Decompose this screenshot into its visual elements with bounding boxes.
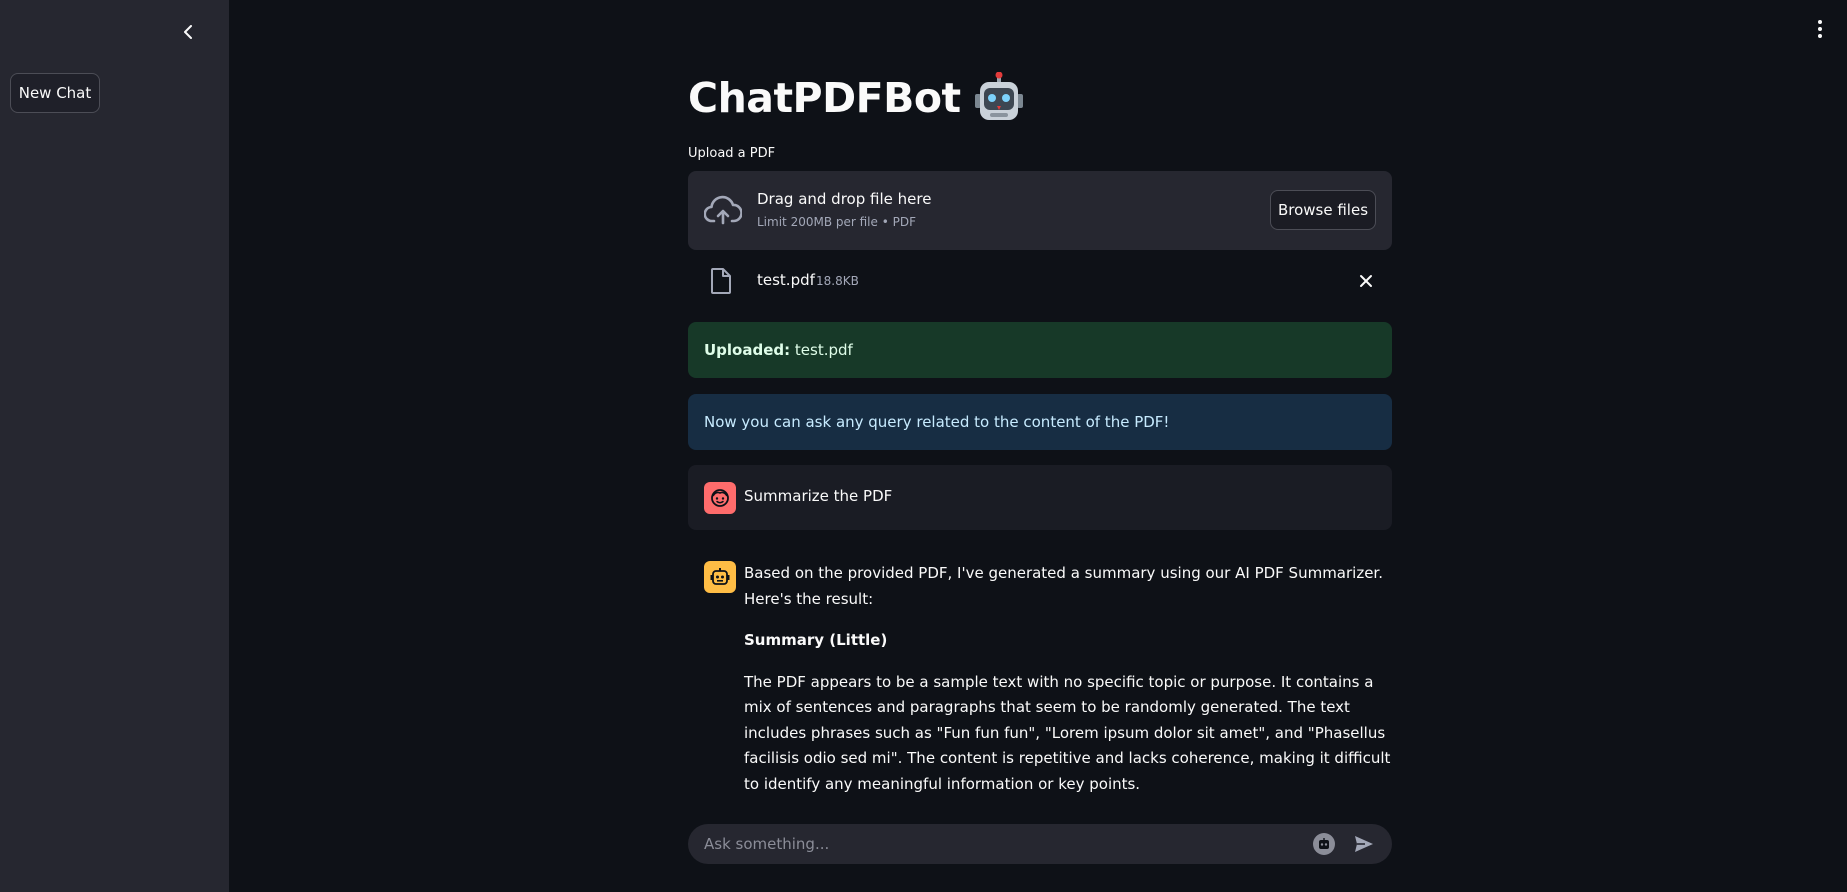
upload-label: Upload a PDF — [688, 146, 776, 161]
user-message-text: Summarize the PDF — [744, 487, 893, 505]
main-menu-button[interactable] — [1813, 18, 1827, 40]
success-label: Uploaded: — [704, 341, 791, 359]
chat-input[interactable] — [704, 824, 1304, 864]
cloud-upload-icon — [704, 195, 742, 225]
browse-files-button[interactable]: Browse files — [1270, 190, 1376, 230]
chat-input-bar — [688, 824, 1392, 864]
user-avatar — [704, 482, 736, 514]
robot-icon[interactable] — [1313, 833, 1335, 855]
page-title: ChatPDFBot — [688, 71, 1025, 124]
sidebar: New Chat — [0, 0, 229, 892]
summary-body: The PDF appears to be a sample text with… — [744, 672, 1391, 793]
assistant-intro: Based on the provided PDF, I've generate… — [744, 564, 1383, 608]
more-vertical-icon — [1818, 20, 1822, 24]
page-title-text: ChatPDFBot — [688, 74, 961, 122]
summary-heading: Summary (Little) — [744, 631, 888, 649]
info-alert: Now you can ask any query related to the… — [688, 394, 1392, 450]
face-icon — [711, 489, 729, 507]
success-value: test.pdf — [794, 341, 853, 359]
file-icon — [711, 268, 731, 294]
send-icon[interactable] — [1354, 835, 1374, 853]
new-chat-button[interactable]: New Chat — [10, 73, 100, 113]
robot-icon — [710, 568, 730, 585]
uploaded-file-row: test.pdf 18.8KB — [688, 262, 1392, 302]
assistant-message-body: Based on the provided PDF, I've generate… — [744, 561, 1392, 813]
file-name: test.pdf — [757, 271, 815, 289]
dropzone-title: Drag and drop file here — [757, 190, 932, 208]
file-size: 18.8KB — [816, 274, 859, 288]
file-dropzone[interactable]: Drag and drop file here Limit 200MB per … — [688, 171, 1392, 250]
close-icon[interactable] — [1358, 273, 1374, 289]
upload-success-alert: Uploaded: test.pdf — [688, 322, 1392, 378]
robot-icon — [973, 71, 1025, 124]
dropzone-subtitle: Limit 200MB per file • PDF — [757, 215, 916, 229]
assistant-avatar — [704, 561, 736, 593]
user-message: Summarize the PDF — [688, 465, 1392, 530]
chevron-left-icon — [184, 25, 192, 39]
collapse-sidebar-button[interactable] — [178, 22, 198, 42]
